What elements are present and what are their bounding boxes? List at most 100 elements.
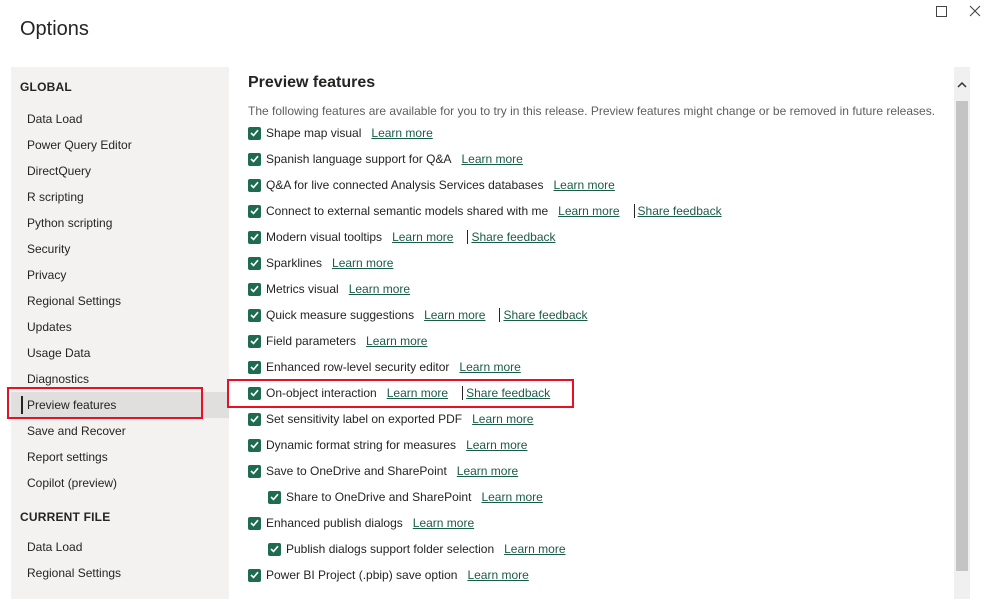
learn-more-link[interactable]: Learn more [457, 464, 518, 478]
current-file-heading: CURRENT FILE [20, 510, 111, 524]
sidebar-item-privacy[interactable]: Privacy [11, 262, 229, 288]
feature-row: Enhanced publish dialogs Learn more [248, 510, 948, 536]
sidebar-item-report-settings[interactable]: Report settings [11, 444, 229, 470]
share-feedback-link[interactable]: Share feedback [638, 204, 722, 218]
learn-more-link[interactable]: Learn more [366, 334, 427, 348]
feature-checkbox[interactable] [268, 542, 281, 556]
learn-more-link[interactable]: Learn more [461, 152, 522, 166]
vertical-scrollbar[interactable] [954, 67, 970, 599]
learn-more-link[interactable]: Learn more [504, 542, 565, 556]
feature-label[interactable]: Field parameters [266, 334, 356, 348]
current-file-nav: Data Load Regional Settings [11, 534, 229, 586]
learn-more-link[interactable]: Learn more [459, 360, 520, 374]
learn-more-link[interactable]: Learn more [467, 568, 528, 582]
sidebar-item-regional-settings[interactable]: Regional Settings [11, 288, 229, 314]
close-icon[interactable] [958, 0, 991, 22]
learn-more-link[interactable]: Learn more [481, 490, 542, 504]
feature-row: Power BI Project (.pbip) save option Lear… [248, 562, 948, 588]
feature-row: Share to OneDrive and SharePoint Learn mo… [248, 484, 948, 510]
sidebar-item-regional-settings[interactable]: Regional Settings [11, 560, 229, 586]
feature-label[interactable]: Modern visual tooltips [266, 230, 382, 244]
feature-checkbox[interactable] [248, 464, 261, 478]
feature-checkbox[interactable] [248, 230, 261, 244]
maximize-icon[interactable] [925, 0, 958, 22]
share-feedback-link[interactable]: Share feedback [471, 230, 555, 244]
sidebar-item-data-load[interactable]: Data Load [11, 106, 229, 132]
feature-row: Shape map visual Learn more [248, 120, 948, 146]
feature-row: Save to OneDrive and SharePoint Learn mor… [248, 458, 948, 484]
learn-more-link[interactable]: Learn more [424, 308, 485, 322]
learn-more-link[interactable]: Learn more [472, 412, 533, 426]
sidebar-item-python-scripting[interactable]: Python scripting [11, 210, 229, 236]
link-separator [499, 308, 501, 322]
sidebar-item-save-and-recover[interactable]: Save and Recover [11, 418, 229, 444]
learn-more-link[interactable]: Learn more [371, 126, 432, 140]
feature-label[interactable]: Enhanced publish dialogs [266, 516, 403, 530]
feature-checkbox[interactable] [248, 568, 261, 582]
learn-more-link[interactable]: Learn more [387, 386, 448, 400]
feature-label[interactable]: Q&A for live connected Analysis Services… [266, 178, 543, 192]
sidebar-item-security[interactable]: Security [11, 236, 229, 262]
feature-label[interactable]: Save to OneDrive and SharePoint [266, 464, 447, 478]
feature-label[interactable]: Power BI Project (.pbip) save option [266, 568, 457, 582]
window-controls [925, 0, 991, 22]
feature-checkbox[interactable] [248, 152, 261, 166]
feature-checkbox[interactable] [248, 412, 261, 426]
feature-row: Sparklines Learn more [248, 250, 948, 276]
feature-checkbox[interactable] [248, 360, 261, 374]
feature-label[interactable]: Publish dialogs support folder selection [286, 542, 494, 556]
global-nav: Data Load Power Query Editor DirectQuery R … [11, 106, 229, 496]
learn-more-link[interactable]: Learn more [466, 438, 527, 452]
feature-row: Enhanced row-level security editor Learn … [248, 354, 948, 380]
feature-label[interactable]: Enhanced row-level security editor [266, 360, 449, 374]
feature-label[interactable]: Metrics visual [266, 282, 339, 296]
sidebar-item-updates[interactable]: Updates [11, 314, 229, 340]
feature-row: Q&A for live connected Analysis Services… [248, 172, 948, 198]
feature-checkbox[interactable] [248, 282, 261, 296]
sidebar-item-copilot-preview[interactable]: Copilot (preview) [11, 470, 229, 496]
feature-checkbox[interactable] [248, 256, 261, 270]
options-sidebar: GLOBAL Data Load Power Query Editor Direct… [11, 67, 229, 599]
feature-checkbox[interactable] [248, 308, 261, 322]
sidebar-item-power-query-editor[interactable]: Power Query Editor [11, 132, 229, 158]
feature-label[interactable]: Shape map visual [266, 126, 361, 140]
feature-label[interactable]: Dynamic format string for measures [266, 438, 456, 452]
scroll-up-icon[interactable] [954, 77, 970, 93]
learn-more-link[interactable]: Learn more [349, 282, 410, 296]
sidebar-item-diagnostics[interactable]: Diagnostics [11, 366, 229, 392]
feature-label[interactable]: Connect to external semantic models shar… [266, 204, 548, 218]
feature-label[interactable]: Sparklines [266, 256, 322, 270]
feature-checkbox[interactable] [268, 490, 281, 504]
feature-checkbox[interactable] [248, 386, 261, 400]
feature-row: Connect to external semantic models shar… [248, 198, 948, 224]
learn-more-link[interactable]: Learn more [332, 256, 393, 270]
feature-label[interactable]: Set sensitivity label on exported PDF [266, 412, 462, 426]
feature-row: Quick measure suggestions Learn more Share… [248, 302, 948, 328]
share-feedback-link[interactable]: Share feedback [503, 308, 587, 322]
feature-checkbox[interactable] [248, 334, 261, 348]
scroll-thumb[interactable] [956, 101, 968, 571]
page-description: The following features are available for… [248, 104, 936, 118]
feature-checkbox[interactable] [248, 438, 261, 452]
learn-more-link[interactable]: Learn more [553, 178, 614, 192]
learn-more-link[interactable]: Learn more [392, 230, 453, 244]
sidebar-item-directquery[interactable]: DirectQuery [11, 158, 229, 184]
feature-label[interactable]: Quick measure suggestions [266, 308, 414, 322]
sidebar-item-usage-data[interactable]: Usage Data [11, 340, 229, 366]
sidebar-item-data-load[interactable]: Data Load [11, 534, 229, 560]
share-feedback-link[interactable]: Share feedback [466, 386, 550, 400]
learn-more-link[interactable]: Learn more [558, 204, 619, 218]
feature-label[interactable]: On-object interaction [266, 386, 377, 400]
sidebar-item-preview-features[interactable]: Preview features [11, 392, 229, 418]
feature-checkbox[interactable] [248, 126, 261, 140]
feature-label[interactable]: Share to OneDrive and SharePoint [286, 490, 471, 504]
learn-more-link[interactable]: Learn more [413, 516, 474, 530]
feature-row: Modern visual tooltips Learn more Share fe… [248, 224, 948, 250]
feature-label[interactable]: Spanish language support for Q&A [266, 152, 451, 166]
feature-list: Shape map visual Learn more Spanish langua… [248, 120, 948, 588]
sidebar-item-r-scripting[interactable]: R scripting [11, 184, 229, 210]
feature-checkbox[interactable] [248, 204, 261, 218]
feature-row: Metrics visual Learn more [248, 276, 948, 302]
feature-checkbox[interactable] [248, 516, 261, 530]
feature-checkbox[interactable] [248, 178, 261, 192]
